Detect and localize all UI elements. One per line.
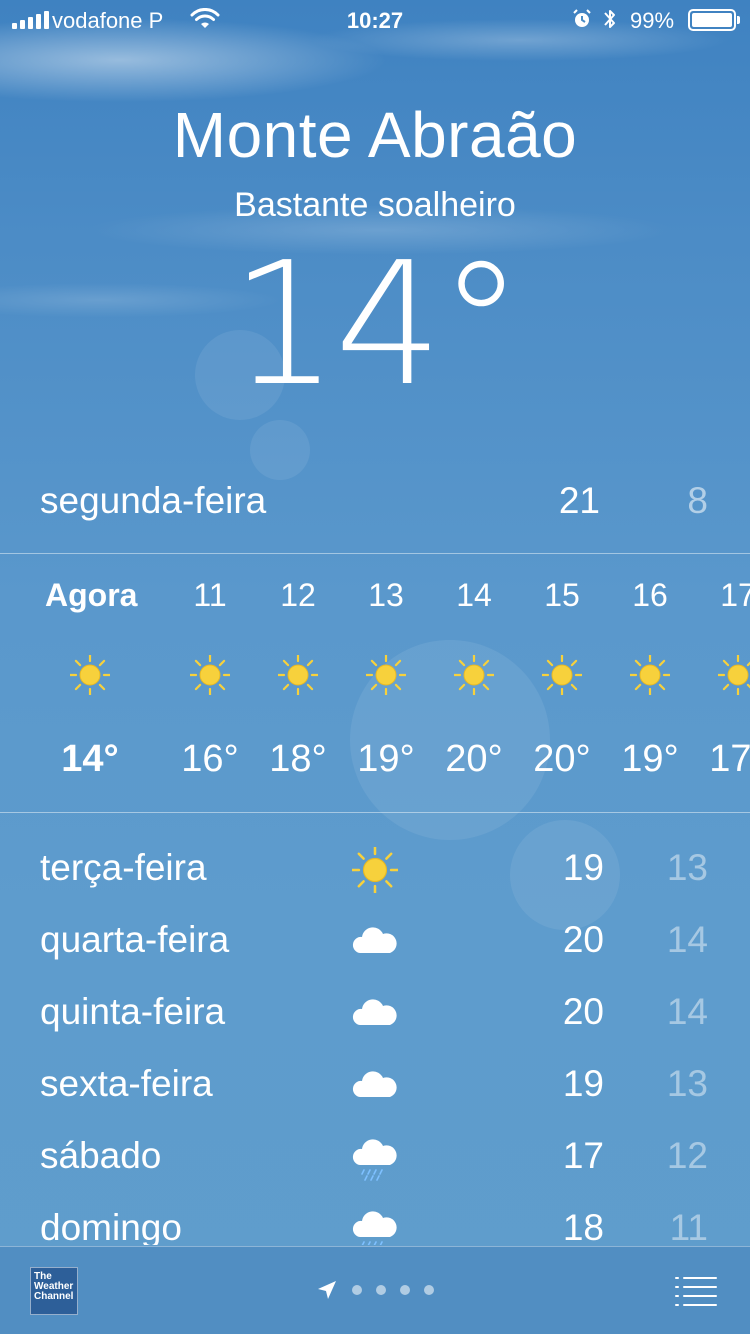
hourly-time: 12	[280, 577, 316, 613]
sun-icon	[68, 653, 112, 697]
city-name: Monte Abraão	[172, 99, 578, 171]
weather-channel-logo[interactable]: The Weather Channel	[30, 1267, 78, 1315]
daily-high: 17	[562, 1135, 604, 1176]
bluetooth-icon	[604, 10, 615, 28]
sun-icon	[188, 653, 232, 697]
daily-row: sexta-feira 19 13	[0, 1049, 750, 1121]
cloud-icon	[352, 1063, 398, 1109]
hourly-time: Agora	[45, 577, 138, 613]
divider	[0, 553, 750, 554]
daily-low: 14	[666, 919, 708, 960]
hourly-time: 14	[456, 577, 492, 613]
location-arrow-icon[interactable]	[316, 1279, 338, 1301]
daily-high: 20	[562, 991, 604, 1032]
page-dot[interactable]	[376, 1285, 386, 1295]
daily-row: domingo 18 11	[0, 1193, 750, 1245]
sun-icon	[350, 845, 400, 895]
hourly-forecast[interactable]: Agora 14° 11 16° 12 18° 13 19° 14 20° 15…	[0, 555, 750, 811]
sun-icon	[716, 653, 750, 697]
rain-cloud-icon	[352, 1135, 398, 1181]
daily-forecast[interactable]: terça-feira 19 13 quarta-feira 20 14 qui…	[0, 833, 750, 1245]
daily-row: sábado 17 12	[0, 1121, 750, 1193]
daily-row: quarta-feira 20 14	[0, 905, 750, 977]
current-temperature-container: 14°	[0, 240, 750, 410]
hourly-temperature: 14°	[61, 738, 119, 780]
hourly-time: 11	[193, 577, 227, 613]
daily-high: 19	[562, 847, 604, 888]
current-condition: Bastante soalheiro	[234, 186, 516, 224]
battery-tip	[737, 16, 740, 24]
daily-day: sábado	[40, 1135, 162, 1176]
page-dot[interactable]	[352, 1285, 362, 1295]
sun-icon	[452, 653, 496, 697]
list-icon[interactable]	[674, 1275, 718, 1307]
daily-day: domingo	[40, 1207, 182, 1245]
daily-day: quinta-feira	[40, 991, 226, 1032]
sun-icon	[276, 653, 320, 697]
battery-icon	[688, 9, 736, 31]
cloud-icon	[352, 919, 398, 965]
hourly-temperature: 17°	[709, 738, 750, 780]
daily-high: 20	[562, 919, 604, 960]
rain-cloud-icon	[352, 1207, 398, 1245]
hourly-time: 17	[720, 577, 750, 613]
hourly-time: 15	[544, 577, 580, 613]
daily-low: 14	[666, 991, 708, 1032]
daily-low: 11	[669, 1207, 708, 1245]
bottom-toolbar: The Weather Channel	[0, 1246, 750, 1334]
alarm-icon	[573, 9, 591, 27]
cloud-icon	[352, 991, 398, 1037]
hourly-time: 16	[632, 577, 668, 613]
daily-low: 12	[666, 1135, 708, 1176]
daily-row: quinta-feira 20 14	[0, 977, 750, 1049]
page-dot[interactable]	[400, 1285, 410, 1295]
page-indicator[interactable]	[352, 1285, 434, 1295]
status-bar: vodafone P 10:27 99%	[0, 0, 750, 40]
today-high: 21	[558, 480, 600, 521]
daily-high: 19	[562, 1063, 604, 1104]
today-summary: segunda-feira 21 8	[0, 470, 750, 530]
sun-icon	[540, 653, 584, 697]
divider	[0, 812, 750, 813]
daily-day: sexta-feira	[40, 1063, 213, 1104]
daily-day: quarta-feira	[40, 919, 230, 960]
daily-row: terça-feira 19 13	[0, 833, 750, 905]
daily-day: terça-feira	[40, 847, 207, 888]
hourly-time: 13	[368, 577, 404, 613]
sun-icon	[364, 653, 408, 697]
today-low: 8	[687, 480, 708, 521]
current-temperature: 14°	[230, 226, 523, 424]
daily-high: 18	[562, 1207, 604, 1245]
daily-low: 13	[666, 1063, 708, 1104]
today-day: segunda-feira	[40, 480, 267, 521]
daily-low: 13	[666, 847, 708, 888]
sun-icon	[628, 653, 672, 697]
logo-line: Channel	[34, 1291, 74, 1302]
battery-percentage: 99%	[630, 8, 675, 33]
page-dot[interactable]	[424, 1285, 434, 1295]
